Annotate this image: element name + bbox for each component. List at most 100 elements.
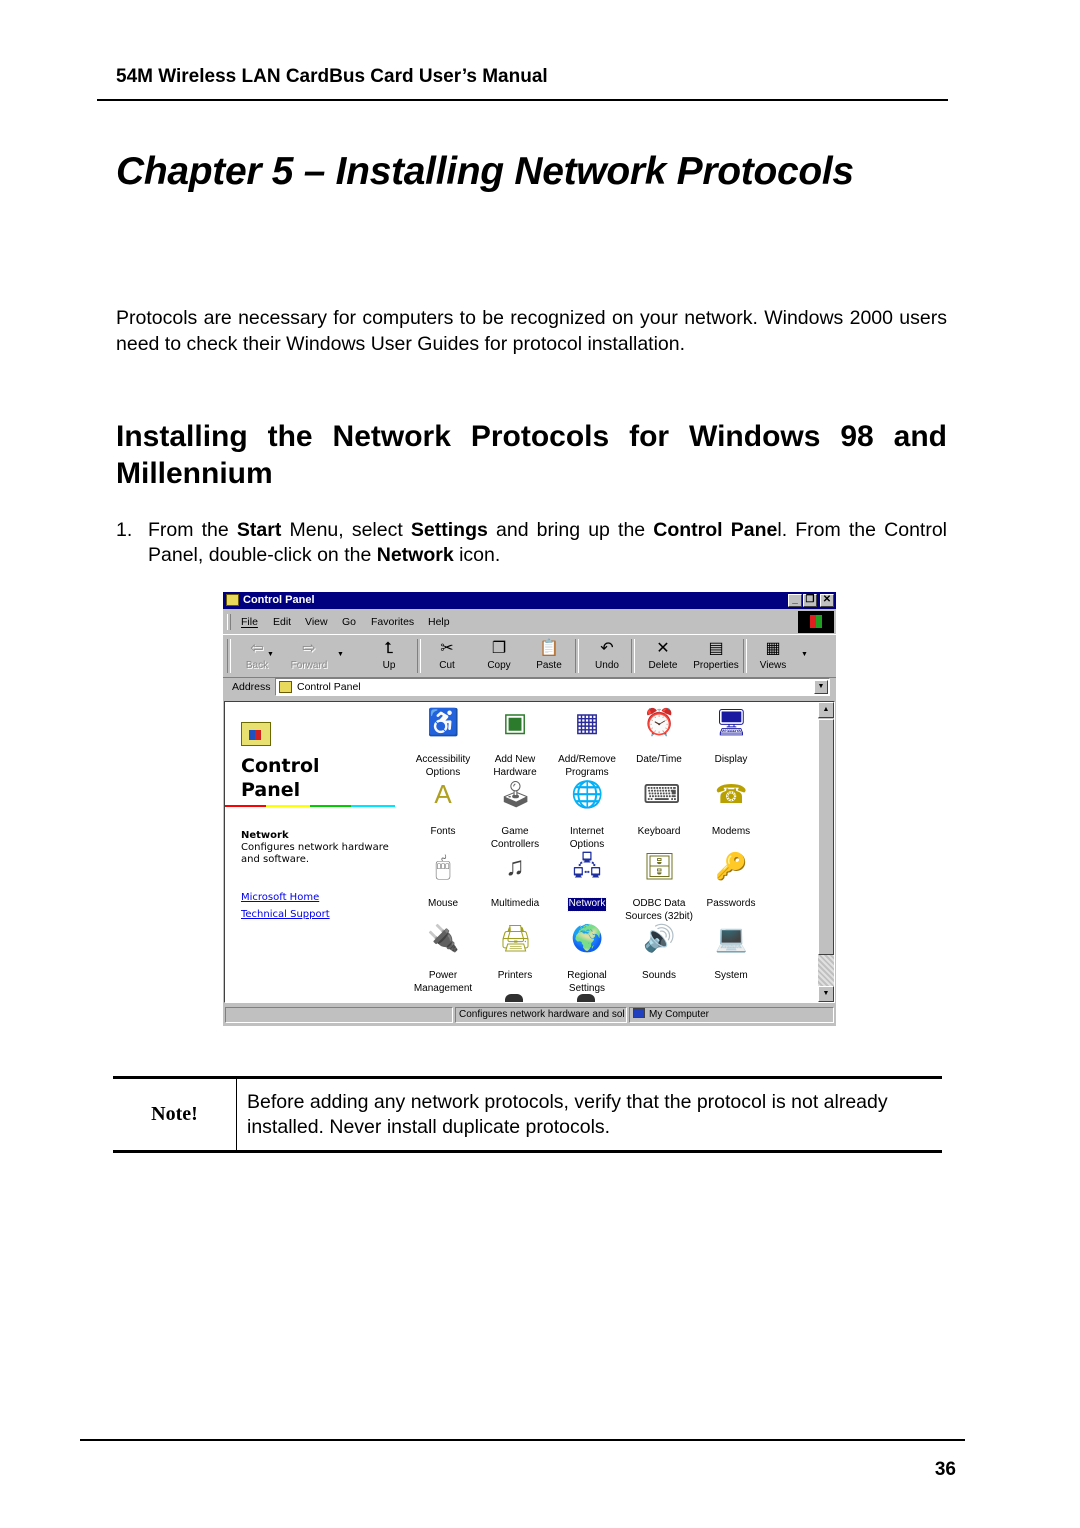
paste-icon: 📋 (539, 640, 559, 657)
close-button[interactable]: ✕ (820, 594, 834, 607)
item-label: Regional Settings (567, 970, 607, 994)
views-dropdown-icon[interactable]: ▼ (801, 651, 808, 658)
control-panel-item[interactable]: 🖥 Display (695, 706, 767, 767)
copy-icon: ❐ (491, 640, 507, 657)
accessibility-icon: ♿ (427, 707, 460, 737)
forward-arrow-icon: ⇨ (302, 640, 316, 657)
item-label: Internet Options (569, 826, 605, 850)
toolbar-button-label: Back (245, 660, 269, 671)
item-label: Add/Remove Programs (558, 754, 616, 778)
scroll-track[interactable] (818, 955, 834, 986)
technical-support-link[interactable]: Technical Support (241, 909, 330, 920)
control-panel-item[interactable]: 🔌 Power Management (407, 922, 479, 995)
undo-icon: ↶ (600, 640, 614, 657)
toolbar-paste-button[interactable]: 📋 Paste (523, 637, 575, 675)
selected-item-name: Network (241, 830, 289, 841)
control-panel-item[interactable]: ♿ Accessibility Options (407, 706, 479, 779)
toolbar-back-button[interactable]: ⇦ Back (231, 637, 283, 675)
address-input[interactable]: Control Panel ▼ (275, 678, 830, 696)
note-top-rule (113, 1076, 942, 1079)
toolbar-cut-button[interactable]: ✂ Cut (421, 637, 473, 675)
microsoft-home-link[interactable]: Microsoft Home (241, 892, 319, 903)
running-header: 54M Wireless LAN CardBus Card User’s Man… (116, 66, 548, 87)
scroll-down-button[interactable]: ▼ (818, 986, 834, 1002)
control-panel-item[interactable]: A Fonts (407, 778, 479, 839)
step-number: 1. (116, 519, 133, 541)
scissors-icon: ✂ (440, 640, 454, 657)
add-hardware-icon: ▣ (502, 707, 528, 737)
scroll-up-button[interactable]: ▲ (818, 702, 834, 718)
toolbar-forward-button[interactable]: ⇨ Forward (283, 637, 335, 675)
scroll-thumb[interactable] (818, 719, 834, 955)
forward-dropdown-icon[interactable]: ▼ (337, 651, 344, 658)
note-divider (236, 1079, 237, 1150)
control-panel-item[interactable]: 🔑 Passwords (695, 850, 767, 911)
toolbar-delete-button[interactable]: ✕ Delete (637, 637, 689, 675)
scanner-camera-icon[interactable] (505, 994, 523, 1002)
address-dropdown-button[interactable]: ▼ (814, 680, 828, 694)
multimedia-icon: ♫ (505, 851, 525, 881)
control-panel-item[interactable]: 🖱 Mouse (407, 850, 479, 911)
back-arrow-icon: ⇦ (250, 640, 264, 657)
toolbar-button-label: Cut (439, 660, 455, 671)
header-rule (97, 99, 948, 101)
back-dropdown-icon[interactable]: ▼ (267, 651, 274, 658)
note-text: Before adding any network protocols, ver… (247, 1091, 888, 1138)
item-label: Accessibility Options (415, 754, 471, 778)
control-panel-item[interactable]: ▦ Add/Remove Programs (551, 706, 623, 779)
toolbar-copy-button[interactable]: ❐ Copy (473, 637, 525, 675)
toolbar-button-label: Copy (487, 660, 511, 671)
item-label: System (714, 970, 748, 981)
item-label: Date/Time (636, 754, 682, 765)
minimize-button[interactable]: _ (788, 594, 802, 607)
toolbar-views-button[interactable]: ▦ Views (747, 637, 799, 675)
chapter-title: Chapter 5 – Installing Network Protocols (116, 150, 854, 193)
control-panel-item[interactable]: 💻 System (695, 922, 767, 983)
toolbar-up-button[interactable]: ⮤ Up (363, 637, 415, 675)
toolbar-button-label: Delete (648, 660, 678, 671)
menu-help[interactable]: Help (428, 616, 450, 628)
menu-favorites[interactable]: Favorites (371, 616, 414, 628)
item-label: Modems (711, 826, 751, 837)
control-panel-item[interactable]: 🌍 Regional Settings (551, 922, 623, 995)
fonts-icon: A (434, 779, 452, 809)
vertical-scrollbar[interactable]: ▲ ▼ (818, 702, 834, 1002)
title-bar[interactable]: Control Panel _ ❐ ✕ (223, 592, 836, 609)
control-panel-item[interactable]: ♫ Multimedia (479, 850, 551, 911)
control-panel-item[interactable]: 🖧 Network (551, 850, 623, 912)
toolbar-undo-button[interactable]: ↶ Undo (581, 637, 633, 675)
toolbar-properties-button[interactable]: ▤ Properties (690, 637, 742, 675)
users-icon[interactable] (577, 994, 595, 1002)
control-panel-item[interactable]: 🗄 ODBC Data Sources (32bit) (623, 850, 695, 923)
toolbar-button-label: Paste (536, 660, 562, 671)
sounds-icon: 🔊 (643, 923, 676, 953)
control-panel-item[interactable]: ⌨ Keyboard (623, 778, 695, 839)
add-remove-programs-icon: ▦ (574, 707, 600, 737)
menu-go[interactable]: Go (342, 616, 356, 628)
modems-icon: ☎ (715, 779, 748, 809)
item-label: Passwords (706, 898, 756, 909)
menu-file[interactable]: File (241, 616, 258, 628)
control-panel-item[interactable]: 🌐 Internet Options (551, 778, 623, 851)
status-pane-empty (225, 1007, 453, 1023)
regional-settings-globe-icon: 🌍 (571, 923, 604, 953)
intro-paragraph: Protocols are necessary for computers to… (116, 307, 947, 355)
control-panel-item[interactable]: ▣ Add New Hardware (479, 706, 551, 779)
address-value: Control Panel (297, 681, 361, 693)
menu-edit[interactable]: Edit (273, 616, 291, 628)
control-panel-item[interactable]: 🔊 Sounds (623, 922, 695, 983)
maximize-button[interactable]: ❐ (803, 594, 817, 607)
content-area: Control Panel Network Configures network… (224, 701, 835, 1003)
system-computer-icon: 💻 (715, 923, 748, 953)
printers-icon: 🖨 (499, 923, 533, 953)
item-label: Add New Hardware (493, 754, 537, 778)
control-panel-item[interactable]: ⏰ Date/Time (623, 706, 695, 767)
menubar-grip[interactable] (227, 614, 231, 630)
game-controllers-icon: 🕹 (499, 779, 533, 809)
control-panel-item[interactable]: ☎ Modems (695, 778, 767, 839)
menu-view[interactable]: View (305, 616, 328, 628)
control-panel-item[interactable]: 🕹 Game Controllers (479, 778, 551, 851)
step-text-part: Menu, select (281, 519, 411, 541)
control-panel-item[interactable]: 🖨 Printers (479, 922, 551, 983)
windows-logo-icon (798, 611, 834, 633)
